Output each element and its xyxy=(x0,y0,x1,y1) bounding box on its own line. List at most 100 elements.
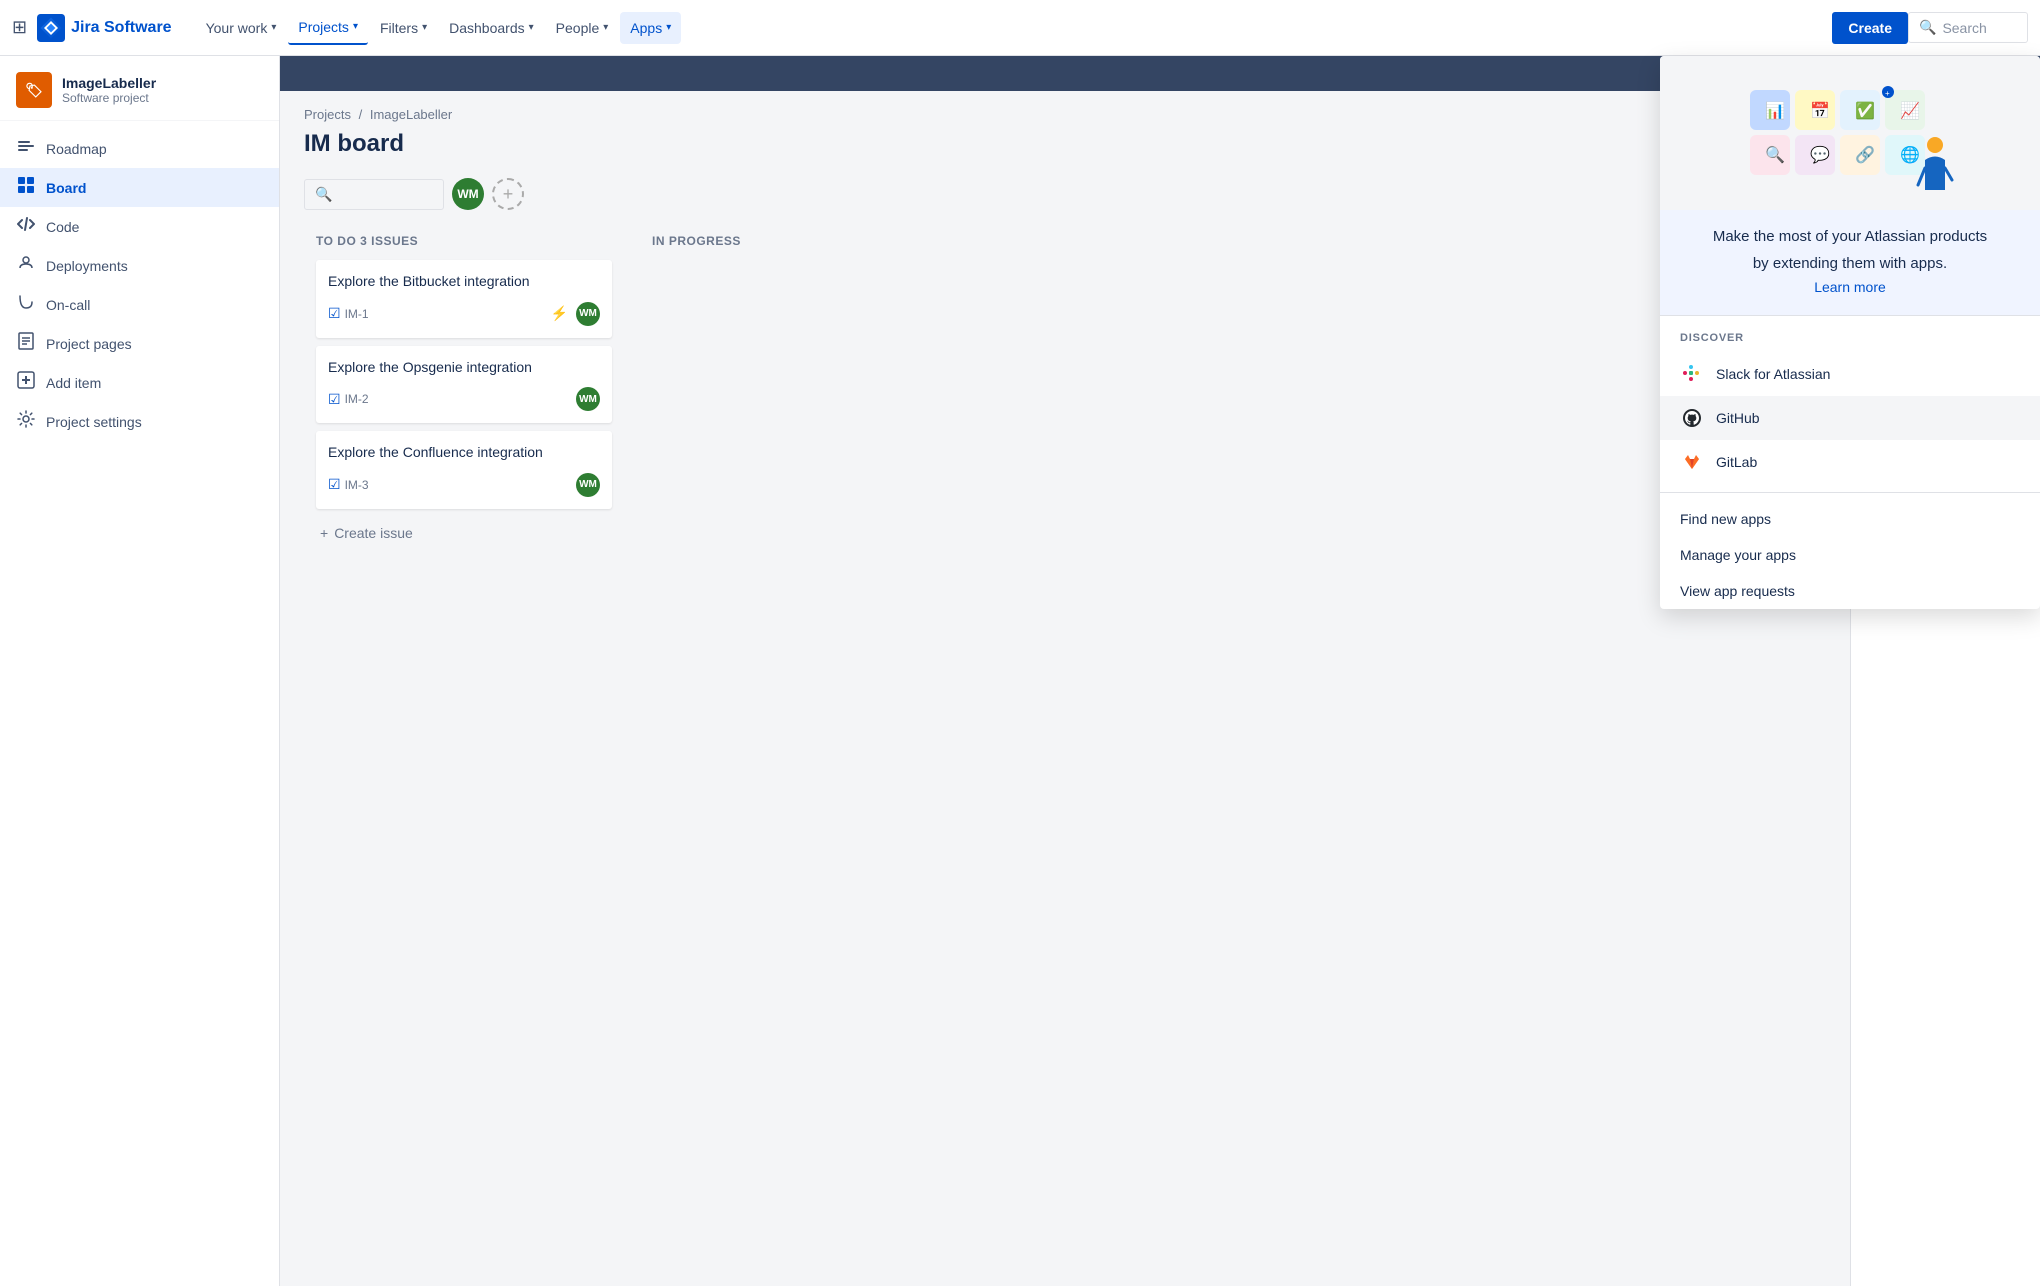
gitlab-icon xyxy=(1680,450,1704,474)
svg-text:📊: 📊 xyxy=(1765,101,1785,120)
sidebar-item-board[interactable]: Board xyxy=(0,168,279,207)
apps-illustration: 📊 📅 ✅ 📈 🔍 💬 🔗 🌐 + xyxy=(1660,56,2040,210)
find-new-apps-link[interactable]: Find new apps xyxy=(1660,501,2040,537)
chevron-down-icon: ▾ xyxy=(529,22,534,33)
create-button[interactable]: Create xyxy=(1832,12,1908,44)
card-footer: ☑ IM-1 ⚡ WM xyxy=(328,302,600,326)
chevron-down-icon: ▾ xyxy=(666,22,671,33)
create-issue-button[interactable]: + Create issue xyxy=(316,517,612,549)
todo-column-header: TO DO 3 ISSUES xyxy=(316,234,612,248)
nav-links: Your work ▾ Projects ▾ Filters ▾ Dashboa… xyxy=(196,11,1825,45)
sidebar-item-add-item[interactable]: Add item xyxy=(0,363,279,402)
pages-icon xyxy=(16,332,36,355)
nav-projects[interactable]: Projects ▾ xyxy=(288,11,368,45)
roadmap-icon xyxy=(16,137,36,160)
sidebar-item-project-settings[interactable]: Project settings xyxy=(0,402,279,441)
nav-apps[interactable]: Apps ▾ xyxy=(620,12,681,44)
card-id-text: IM-1 xyxy=(345,307,369,321)
nav-your-work[interactable]: Your work ▾ xyxy=(196,12,287,44)
apps-dropdown: 📊 📅 ✅ 📈 🔍 💬 🔗 🌐 + Make the most of your … xyxy=(1660,56,2040,609)
sidebar-item-project-pages[interactable]: Project pages xyxy=(0,324,279,363)
chevron-down-icon: ▾ xyxy=(353,21,358,32)
sidebar-item-code[interactable]: Code xyxy=(0,207,279,246)
avatar: WM xyxy=(576,302,600,326)
list-item[interactable]: Slack for Atlassian xyxy=(1660,352,2040,396)
svg-text:🔗: 🔗 xyxy=(1855,145,1875,164)
divider xyxy=(1660,492,2040,493)
apps-promo: Make the most of your Atlassian products… xyxy=(1660,210,2040,316)
card-id: ☑ IM-2 xyxy=(328,391,369,408)
card-title: Explore the Confluence integration xyxy=(328,443,600,463)
breadcrumb-separator: / xyxy=(359,107,363,122)
chevron-down-icon: ▾ xyxy=(271,22,276,33)
project-icon-text: 🏷 xyxy=(25,82,43,99)
list-item[interactable]: GitLab xyxy=(1660,440,2040,484)
slack-icon xyxy=(1680,362,1704,386)
board-search-input[interactable] xyxy=(338,186,433,202)
add-avatar-button[interactable]: + xyxy=(492,178,524,210)
svg-text:🔍: 🔍 xyxy=(1765,144,1785,164)
svg-text:+: + xyxy=(1885,89,1890,98)
checkbox-icon: ☑ xyxy=(328,305,341,322)
logo-text: Jira Software xyxy=(71,19,171,37)
todo-column: TO DO 3 ISSUES Explore the Bitbucket int… xyxy=(304,222,624,561)
sidebar-item-oncall[interactable]: On-call xyxy=(0,285,279,324)
card-id-text: IM-3 xyxy=(345,478,369,492)
project-name: ImageLabeller xyxy=(62,75,156,91)
plus-icon: + xyxy=(320,525,328,541)
grid-icon[interactable]: ⊞ xyxy=(12,17,27,38)
avatar: WM xyxy=(576,387,600,411)
app-item-label: GitLab xyxy=(1716,454,1757,470)
breadcrumb-project-name: ImageLabeller xyxy=(370,107,452,122)
sidebar-item-label: Project pages xyxy=(46,336,132,352)
board-search-container[interactable]: 🔍 xyxy=(304,179,444,210)
card-id: ☑ IM-3 xyxy=(328,476,369,493)
breadcrumb-projects-link[interactable]: Projects xyxy=(304,107,351,122)
search-icon: 🔍 xyxy=(315,186,332,203)
nav-filters[interactable]: Filters ▾ xyxy=(370,12,437,44)
sidebar-item-roadmap[interactable]: Roadmap xyxy=(0,129,279,168)
table-row[interactable]: Explore the Opsgenie integration ☑ IM-2 … xyxy=(316,346,612,424)
add-icon xyxy=(16,371,36,394)
chevron-down-icon: ▾ xyxy=(603,22,608,33)
github-icon xyxy=(1680,406,1704,430)
table-row[interactable]: Explore the Bitbucket integration ☑ IM-1… xyxy=(316,260,612,338)
current-user-avatar[interactable]: WM xyxy=(452,178,484,210)
search-box[interactable]: 🔍 Search xyxy=(1908,12,2028,43)
sidebar-navigation: Roadmap Board Code Deployments xyxy=(0,121,279,1286)
project-icon: 🏷 xyxy=(16,72,52,108)
svg-text:✅: ✅ xyxy=(1855,101,1875,120)
learn-more-link[interactable]: Learn more xyxy=(1814,279,1886,295)
avatar: WM xyxy=(576,473,600,497)
svg-text:🌐: 🌐 xyxy=(1900,145,1920,164)
story-icon: ⚡ xyxy=(551,305,568,322)
svg-text:💬: 💬 xyxy=(1810,145,1830,164)
sidebar-item-label: On-call xyxy=(46,297,90,313)
sidebar-item-label: Deployments xyxy=(46,258,128,274)
board-icon xyxy=(16,176,36,199)
jira-logo-icon xyxy=(37,14,65,42)
project-info: ImageLabeller Software project xyxy=(62,75,156,105)
nav-people[interactable]: People ▾ xyxy=(546,12,619,44)
search-icon: 🔍 xyxy=(1919,19,1936,36)
sidebar-item-label: Project settings xyxy=(46,414,142,430)
view-app-requests-link[interactable]: View app requests xyxy=(1660,573,2040,609)
card-title: Explore the Opsgenie integration xyxy=(328,358,600,378)
sidebar-item-label: Board xyxy=(46,180,86,196)
create-issue-label: Create issue xyxy=(334,525,413,541)
sidebar-item-deployments[interactable]: Deployments xyxy=(0,246,279,285)
code-icon xyxy=(16,215,36,238)
table-row[interactable]: Explore the Confluence integration ☑ IM-… xyxy=(316,431,612,509)
in-progress-column: IN PROGRESS xyxy=(640,222,840,272)
manage-apps-link[interactable]: Manage your apps xyxy=(1660,537,2040,573)
checkbox-icon: ☑ xyxy=(328,476,341,493)
logo[interactable]: Jira Software xyxy=(37,14,171,42)
nav-dashboards[interactable]: Dashboards ▾ xyxy=(439,12,544,44)
app-item-label: GitHub xyxy=(1716,410,1760,426)
chevron-down-icon: ▾ xyxy=(422,22,427,33)
list-item[interactable]: GitHub xyxy=(1660,396,2040,440)
oncall-icon xyxy=(16,293,36,316)
project-header: 🏷 ImageLabeller Software project xyxy=(0,56,279,121)
in-progress-column-header: IN PROGRESS xyxy=(652,234,828,248)
card-footer: ☑ IM-3 WM xyxy=(328,473,600,497)
